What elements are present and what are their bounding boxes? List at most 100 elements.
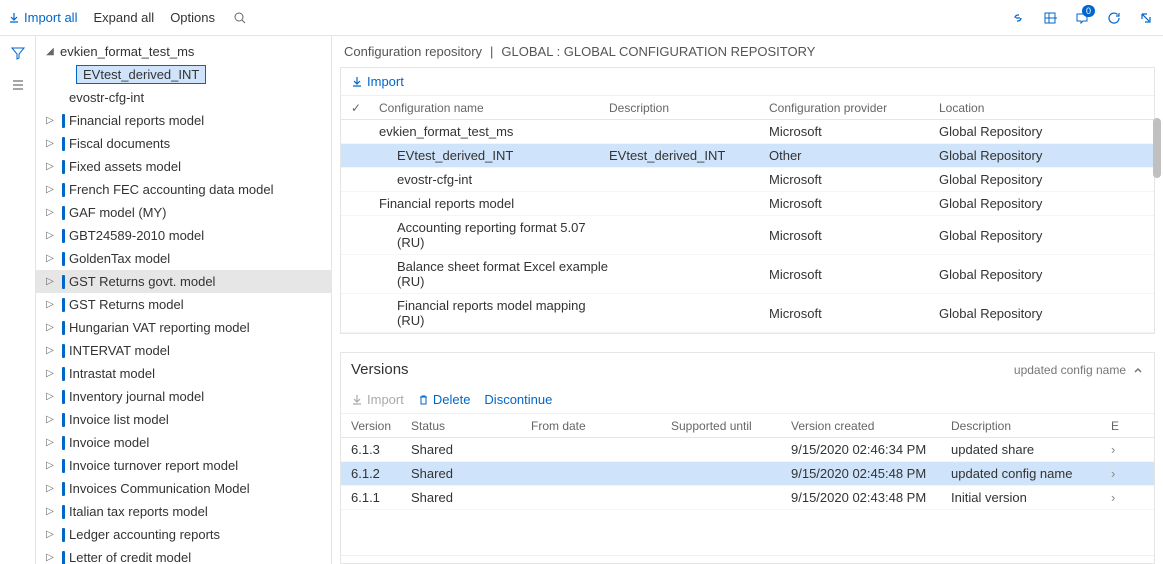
version-row[interactable]: 6.1.3Shared9/15/2020 02:46:34 PMupdated … — [341, 438, 1154, 462]
breadcrumb-b: GLOBAL : GLOBAL CONFIGURATION REPOSITORY — [501, 44, 815, 59]
collapse-icon[interactable]: ◢ — [44, 46, 56, 57]
versions-h-scrollbar[interactable] — [341, 555, 1154, 563]
config-name: Financial reports model mapping (RU) — [379, 298, 609, 328]
expand-icon[interactable]: ▷ — [44, 529, 56, 540]
config-row[interactable]: Financial reports modelMicrosoftGlobal R… — [341, 192, 1154, 216]
tree-item[interactable]: ▷ Fiscal documents — [36, 132, 331, 155]
expand-icon[interactable]: ▷ — [44, 460, 56, 471]
config-loc: Global Repository — [939, 228, 1089, 243]
office-button[interactable] — [1041, 9, 1059, 27]
tree-item-label: Ledger accounting reports — [69, 527, 220, 542]
config-row[interactable]: EVtest_derived_INTEVtest_derived_INTOthe… — [341, 144, 1154, 168]
config-row[interactable]: Accounting reporting format 5.07 (RU)Mic… — [341, 216, 1154, 255]
indicator-bar — [62, 160, 65, 174]
expand-icon[interactable]: ▷ — [44, 552, 56, 563]
expand-icon[interactable]: ▷ — [44, 345, 56, 356]
tree-item[interactable]: evostr-cfg-int — [36, 86, 331, 109]
tree-item[interactable]: ▷ Financial reports model — [36, 109, 331, 132]
tree-item[interactable]: ▷GBT24589-2010 model — [36, 224, 331, 247]
tree-item[interactable]: ▷Invoice turnover report model — [36, 454, 331, 477]
tree-selected-child[interactable]: EVtest_derived_INT — [36, 63, 331, 86]
versions-delete-button[interactable]: Delete — [418, 392, 471, 407]
list-button[interactable] — [9, 76, 27, 94]
tree-item[interactable]: ▷Inventory journal model — [36, 385, 331, 408]
filter-button[interactable] — [9, 44, 27, 62]
expand-icon[interactable]: ▷ — [44, 253, 56, 264]
tree-item[interactable]: ▷Intrastat model — [36, 362, 331, 385]
ver-num: 6.1.2 — [351, 466, 411, 481]
search-button[interactable] — [231, 9, 249, 27]
tree-item[interactable]: ▷GAF model (MY) — [36, 201, 331, 224]
expand-icon[interactable]: ▷ — [44, 414, 56, 425]
tree-item[interactable]: ▷French FEC accounting data model — [36, 178, 331, 201]
tree-item-label: Fiscal documents — [69, 136, 170, 151]
indicator-bar — [62, 229, 65, 243]
config-panel: Import ✓ Configuration name Description … — [340, 67, 1155, 334]
expand-icon[interactable]: ▷ — [44, 184, 56, 195]
import-all-button[interactable]: Import all — [8, 10, 77, 25]
indicator-bar — [62, 321, 65, 335]
ver-num: 6.1.3 — [351, 442, 411, 457]
expand-icon[interactable]: ▷ — [44, 230, 56, 241]
tree-item[interactable]: ▷GST Returns model — [36, 293, 331, 316]
col-from[interactable]: From date — [531, 419, 671, 433]
expand-icon[interactable]: ▷ — [44, 138, 56, 149]
tree-item[interactable]: ▷GST Returns govt. model — [36, 270, 331, 293]
tree-item[interactable]: ▷Letter of credit model — [36, 546, 331, 564]
check-column[interactable]: ✓ — [351, 101, 379, 115]
expand-icon[interactable]: ▷ — [44, 207, 56, 218]
options-button[interactable]: Options — [170, 10, 215, 25]
versions-discontinue-button[interactable]: Discontinue — [484, 392, 552, 407]
tree-root[interactable]: ◢ evkien_format_test_ms — [36, 40, 331, 63]
tree-item[interactable]: ▷Invoice model — [36, 431, 331, 454]
refresh-button[interactable] — [1105, 9, 1123, 27]
tree-item[interactable]: ▷Invoices Communication Model — [36, 477, 331, 500]
link-icon-button[interactable] — [1009, 9, 1027, 27]
tree-item[interactable]: ▷INTERVAT model — [36, 339, 331, 362]
config-row[interactable]: evkien_format_test_msMicrosoftGlobal Rep… — [341, 120, 1154, 144]
left-rail — [0, 36, 36, 564]
col-e[interactable]: E — [1111, 419, 1131, 433]
col-name[interactable]: Configuration name — [379, 101, 609, 115]
col-vdesc[interactable]: Description — [951, 419, 1111, 433]
col-loc[interactable]: Location — [939, 101, 1089, 115]
scroll-thumb[interactable] — [1153, 118, 1161, 178]
col-ver[interactable]: Version — [351, 419, 411, 433]
expand-all-button[interactable]: Expand all — [93, 10, 154, 25]
tree-item[interactable]: ▷Hungarian VAT reporting model — [36, 316, 331, 339]
popout-button[interactable] — [1137, 9, 1155, 27]
version-row[interactable]: 6.1.1Shared9/15/2020 02:43:48 PMInitial … — [341, 486, 1154, 510]
expand-icon[interactable]: ▷ — [44, 506, 56, 517]
col-desc[interactable]: Description — [609, 101, 769, 115]
expand-icon[interactable]: ▷ — [44, 391, 56, 402]
expand-icon[interactable]: ▷ — [44, 368, 56, 379]
col-created[interactable]: Version created — [791, 419, 951, 433]
expand-icon[interactable]: ▷ — [44, 115, 56, 126]
config-row[interactable]: Financial reports model mapping (RU)Micr… — [341, 294, 1154, 333]
content-v-scrollbar[interactable] — [1151, 88, 1163, 564]
expand-icon[interactable]: ▷ — [44, 299, 56, 310]
expand-icon[interactable]: ▷ — [44, 322, 56, 333]
versions-import-button[interactable]: Import — [351, 392, 404, 407]
tree-item[interactable]: ▷Fixed assets model — [36, 155, 331, 178]
notifications-button[interactable]: 0 — [1073, 9, 1091, 27]
expand-icon[interactable]: ▷ — [44, 276, 56, 287]
expand-icon[interactable]: ▷ — [44, 483, 56, 494]
config-row[interactable]: evostr-cfg-intMicrosoftGlobal Repository — [341, 168, 1154, 192]
tree-item[interactable]: ▷ Ledger accounting reports — [36, 523, 331, 546]
config-import-button[interactable]: Import — [351, 74, 404, 89]
chevron-up-icon[interactable] — [1132, 364, 1144, 376]
tree-item[interactable]: ▷GoldenTax model — [36, 247, 331, 270]
config-row[interactable]: Balance sheet format Excel example (RU)M… — [341, 255, 1154, 294]
col-status[interactable]: Status — [411, 419, 531, 433]
expand-icon[interactable]: ▷ — [44, 437, 56, 448]
tree-item-label: Financial reports model — [69, 113, 204, 128]
download-icon — [8, 12, 20, 24]
expand-icon[interactable]: ▷ — [44, 161, 56, 172]
tree-item[interactable]: ▷Invoice list model — [36, 408, 331, 431]
indicator-bar — [62, 436, 65, 450]
col-until[interactable]: Supported until — [671, 419, 791, 433]
version-row[interactable]: 6.1.2Shared9/15/2020 02:45:48 PMupdated … — [341, 462, 1154, 486]
col-prov[interactable]: Configuration provider — [769, 101, 939, 115]
tree-item[interactable]: ▷Italian tax reports model — [36, 500, 331, 523]
